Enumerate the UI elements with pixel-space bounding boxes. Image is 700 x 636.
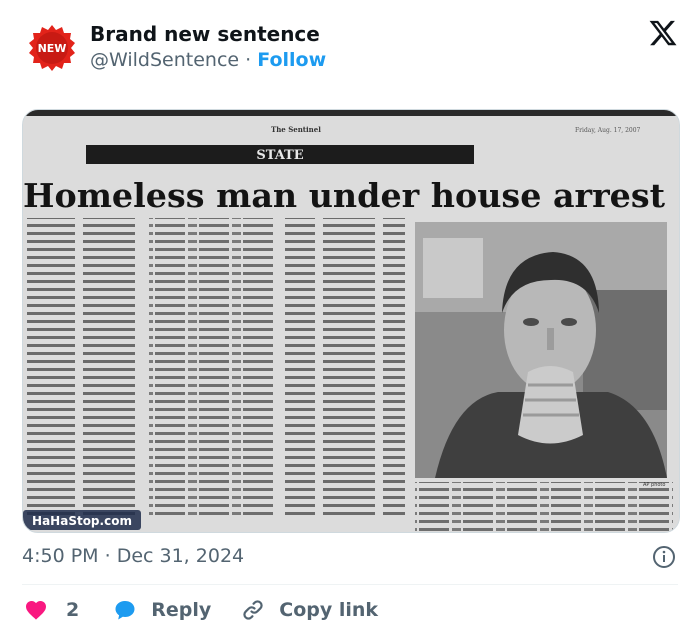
heart-icon [26,601,46,620]
timestamp-separator: · [104,545,111,567]
newspaper-headline: Homeless man under house arrest [23,176,666,215]
section-title: STATE [256,148,303,163]
tweet-time: 4:50 PM [22,545,99,567]
newspaper-name: The Sentinel [271,125,321,134]
tweet-actions: 2 Reply Copy link [24,595,378,625]
avatar[interactable]: NEW [28,24,76,72]
handle-row: @WildSentence · Follow [90,48,326,72]
follow-button[interactable]: Follow [257,49,326,71]
new-badge-icon: NEW [29,25,75,71]
link-icon [243,600,263,620]
tweet-author: Brand new sentence @WildSentence · Follo… [90,22,326,72]
tweet-timestamp[interactable]: 4:50 PM · Dec 31, 2024 [22,543,244,569]
like-button[interactable]: 2 [24,598,79,622]
tweet-media[interactable]: The Sentinel Friday, Aug. 17, 2007 STATE… [22,109,680,533]
handle-separator: · [245,49,252,71]
info-icon[interactable] [652,545,676,569]
reply-bubble-icon [115,601,135,620]
newspaper-date: Friday, Aug. 17, 2007 [575,127,641,134]
photo-credit: AP photo [643,482,665,488]
news-photo [415,222,667,478]
avatar-badge-text: NEW [38,42,67,55]
reply-button[interactable]: Reply [113,598,211,622]
reply-label: Reply [151,599,212,621]
copy-link-button[interactable]: Copy link [241,598,378,622]
newspaper-clipping-image: The Sentinel Friday, Aug. 17, 2007 STATE… [23,110,679,532]
divider [22,584,678,585]
image-watermark: HaHaStop.com [32,514,132,528]
display-name[interactable]: Brand new sentence [90,22,326,46]
tweet-date: Dec 31, 2024 [116,545,245,567]
user-handle[interactable]: @WildSentence [90,49,239,71]
like-count: 2 [66,599,80,621]
copy-link-label: Copy link [279,599,379,621]
x-logo-icon[interactable] [648,18,678,48]
